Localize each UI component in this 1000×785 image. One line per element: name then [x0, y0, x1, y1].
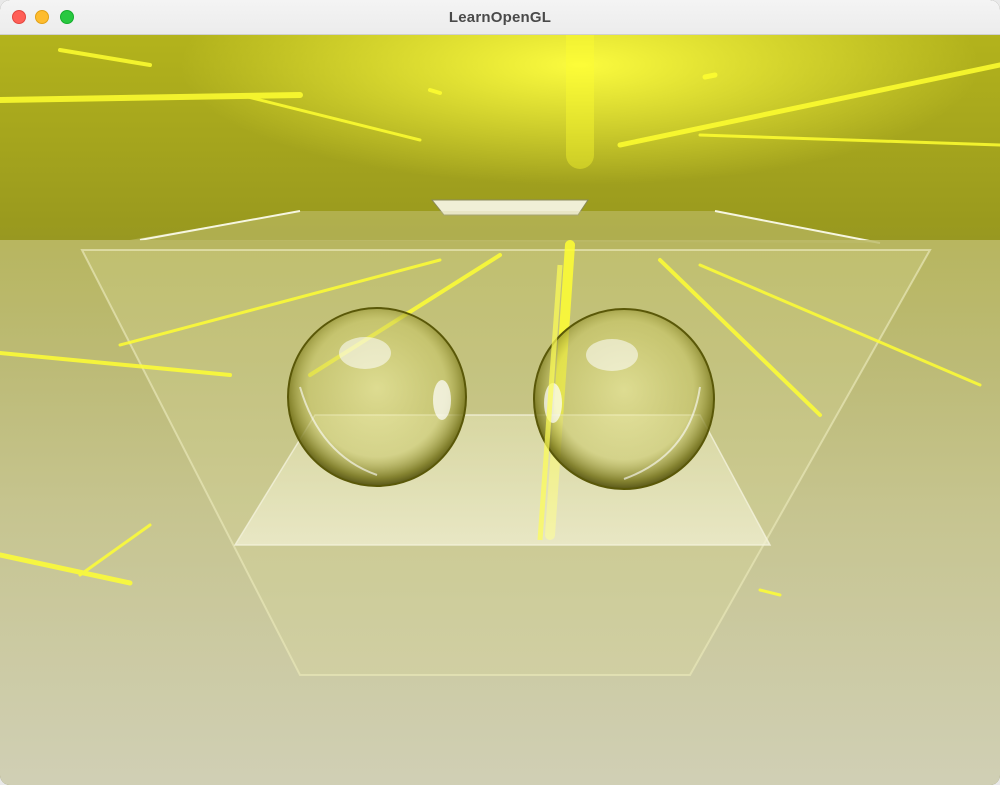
window-title: LearnOpenGL	[448, 9, 552, 26]
glass-sphere-right	[533, 308, 715, 490]
app-window: LearnOpenGL	[0, 0, 1000, 785]
title-bar[interactable]: LearnOpenGL	[0, 0, 1000, 35]
opengl-viewport[interactable]	[0, 35, 1000, 785]
glass-sphere-left	[287, 307, 467, 487]
